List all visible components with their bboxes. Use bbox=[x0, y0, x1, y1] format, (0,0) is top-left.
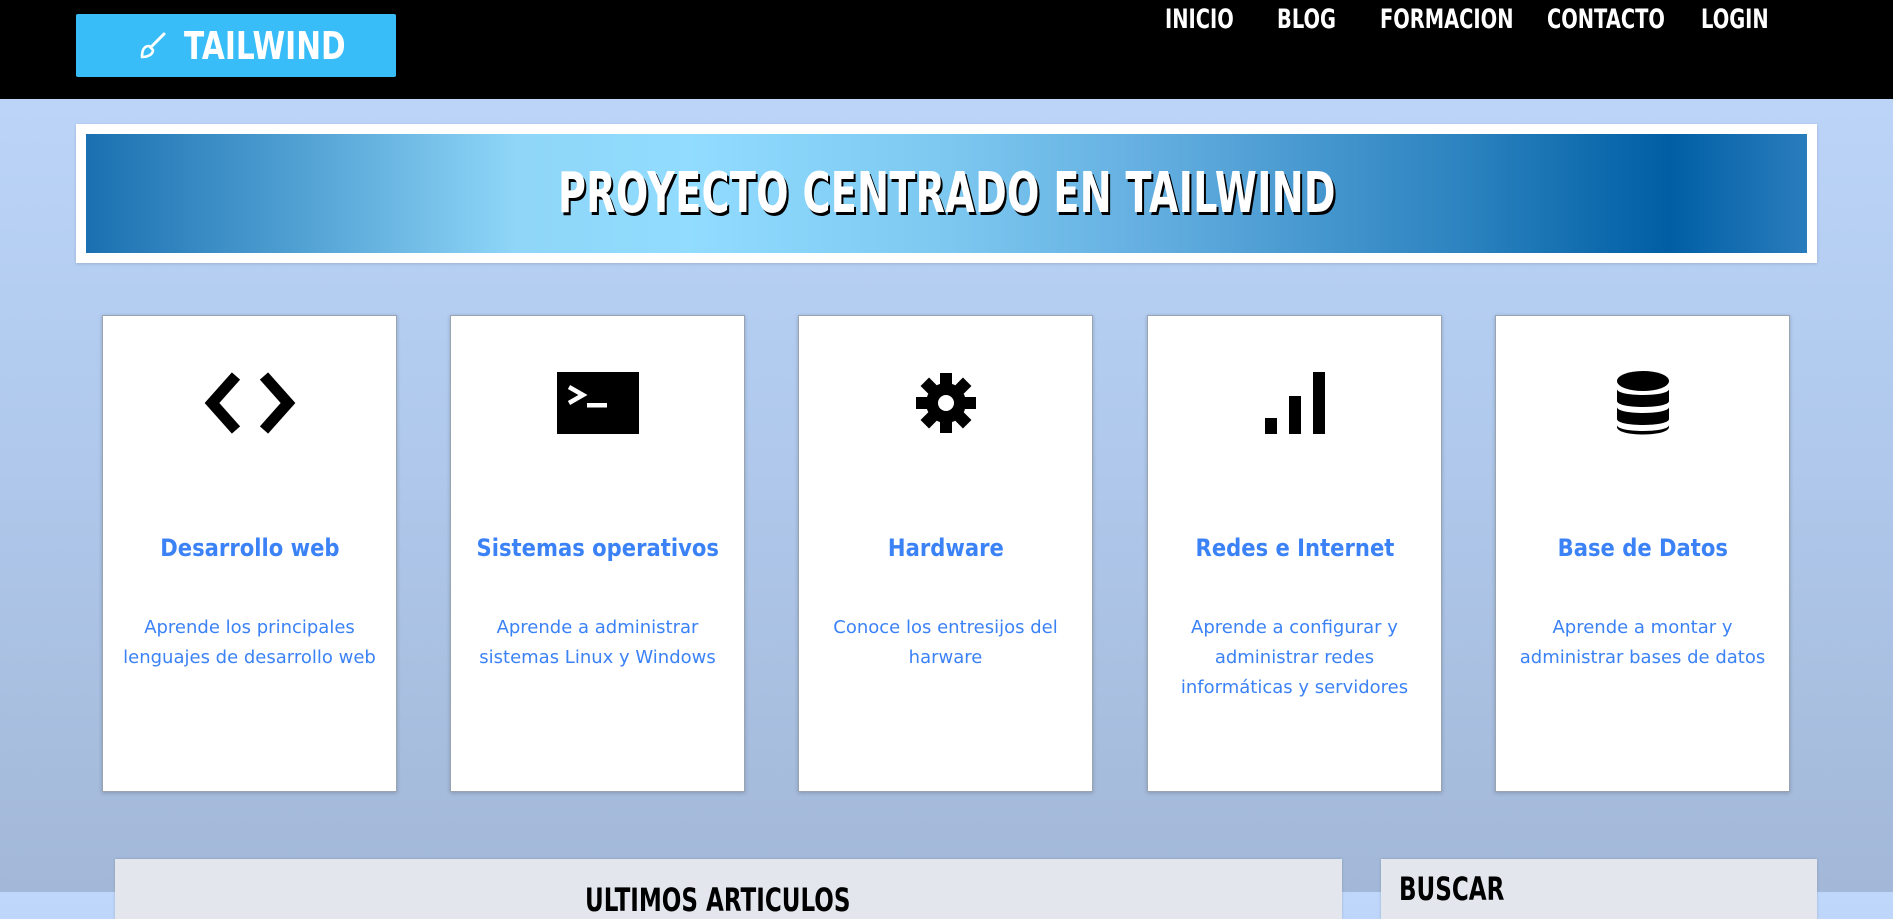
code-icon bbox=[103, 358, 396, 448]
hero-gradient: PROYECTO CENTRADO EN TAILWIND bbox=[86, 134, 1807, 253]
brush-icon bbox=[140, 32, 166, 58]
card-description: Aprende los principales lenguajes de des… bbox=[123, 617, 376, 668]
search-panel: BUSCAR bbox=[1381, 859, 1817, 919]
card-description: Aprende a administrar sistemas Linux y W… bbox=[479, 617, 716, 668]
database-icon bbox=[1496, 358, 1789, 448]
card-description: Aprende a configurar y administrar redes… bbox=[1180, 617, 1409, 698]
nav-item-contacto[interactable]: CONTACTO bbox=[1547, 0, 1665, 40]
logo-text: TAILWIND bbox=[184, 23, 346, 68]
card-title: Hardware bbox=[887, 534, 1004, 562]
top-navbar: TAILWIND INICIO BLOG FORMACION CONTACTO … bbox=[0, 0, 1893, 99]
gear-icon bbox=[799, 358, 1092, 448]
nav-item-inicio[interactable]: INICIO bbox=[1165, 0, 1234, 40]
card-description: Conoce los entresijos del harware bbox=[833, 617, 1058, 668]
hero-banner: PROYECTO CENTRADO EN TAILWIND bbox=[76, 124, 1817, 263]
card-title: Redes e Internet bbox=[1195, 534, 1394, 562]
nav-item-formacion[interactable]: FORMACION bbox=[1380, 0, 1513, 40]
card-title: Base de Datos bbox=[1557, 534, 1728, 562]
search-title: BUSCAR bbox=[1399, 870, 1505, 908]
card-description: Aprende a montar y administrar bases de … bbox=[1519, 617, 1766, 668]
articles-title: ULTIMOS ARTICULOS bbox=[585, 881, 851, 919]
articles-panel: ULTIMOS ARTICULOS bbox=[115, 859, 1342, 919]
card-title: Desarrollo web bbox=[159, 534, 340, 562]
terminal-icon bbox=[451, 358, 744, 448]
nav-item-login[interactable]: LOGIN bbox=[1701, 0, 1769, 40]
card-title: Sistemas operativos bbox=[476, 534, 719, 562]
nav-item-blog[interactable]: BLOG bbox=[1277, 0, 1336, 40]
hero-title: PROYECTO CENTRADO EN TAILWIND bbox=[557, 161, 1336, 226]
logo[interactable]: TAILWIND bbox=[76, 14, 396, 77]
signal-bars-icon bbox=[1148, 358, 1441, 448]
